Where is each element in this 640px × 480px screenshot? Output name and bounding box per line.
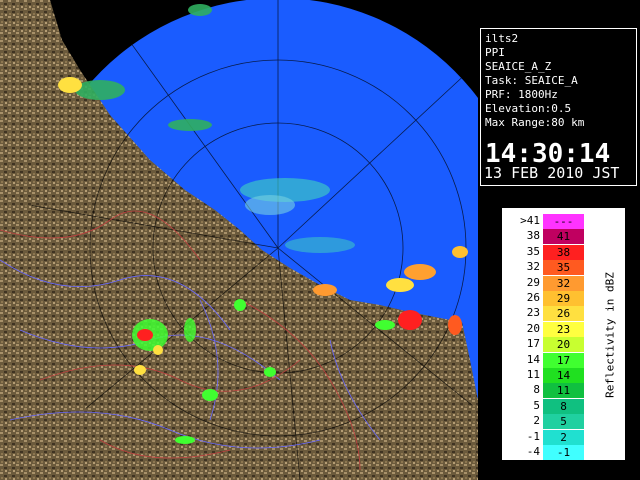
legend-row: 58 bbox=[506, 398, 594, 414]
legend-color-swatch: --- bbox=[543, 214, 584, 229]
legend-upper-bound: 35 bbox=[556, 261, 571, 275]
legend-color-swatch: 14 bbox=[543, 368, 584, 383]
prf-value: PRF: 1800Hz bbox=[485, 88, 558, 101]
legend-lower-bound: 23 bbox=[526, 306, 540, 320]
legend-row: 11 14 bbox=[506, 368, 594, 383]
task-name: Task: SEAICE_A bbox=[485, 74, 578, 87]
legend-upper-bound: -1 bbox=[556, 446, 571, 459]
radar-ppi-map bbox=[0, 0, 478, 480]
legend-row: -4 -1 bbox=[506, 445, 594, 460]
legend-color-swatch: -1 bbox=[543, 445, 584, 460]
legend-lower-bound: >41 bbox=[520, 214, 540, 227]
legend-color-swatch: 17 bbox=[543, 352, 584, 368]
radar-name: ilts2 bbox=[485, 32, 519, 45]
legend-upper-bound: 23 bbox=[556, 322, 571, 336]
legend-row: 26 29 bbox=[506, 291, 594, 306]
legend-upper-bound: 2 bbox=[560, 430, 567, 444]
legend-row: 8 11 bbox=[506, 383, 594, 399]
legend-lower-bound: -4 bbox=[526, 445, 540, 458]
legend-upper-bound: 41 bbox=[556, 230, 571, 244]
legend-lower-bound: 8 bbox=[533, 383, 540, 397]
legend-row: 20 23 bbox=[506, 321, 594, 337]
legend-row: 14 17 bbox=[506, 352, 594, 368]
legend-upper-bound: 20 bbox=[556, 338, 571, 352]
legend-color-swatch: 38 bbox=[543, 244, 584, 260]
product-name: SEAICE_A_Z bbox=[485, 60, 552, 73]
legend-lower-bound: 11 bbox=[526, 368, 540, 381]
legend-lower-bound: 20 bbox=[526, 321, 540, 335]
legend-row: 29 32 bbox=[506, 275, 594, 291]
legend-color-swatch: 20 bbox=[543, 337, 584, 353]
legend-lower-bound: 14 bbox=[526, 352, 540, 366]
legend-color-swatch: 35 bbox=[543, 260, 584, 276]
scan-type: PPI bbox=[485, 46, 505, 59]
legend-row: 17 20 bbox=[506, 337, 594, 353]
legend-upper-bound: 11 bbox=[556, 384, 571, 398]
legend-color-swatch: 5 bbox=[543, 414, 584, 430]
legend-row: 35 38 bbox=[506, 244, 594, 260]
legend-upper-bound: 5 bbox=[560, 415, 567, 429]
legend-color-swatch: 23 bbox=[543, 321, 584, 337]
legend-lower-bound: 38 bbox=[526, 229, 540, 243]
legend-row: 32 35 bbox=[506, 260, 594, 276]
legend-upper-bound: 26 bbox=[556, 307, 571, 321]
legend-upper-bound: 38 bbox=[556, 245, 571, 259]
legend-lower-bound: 5 bbox=[533, 398, 540, 412]
legend-row: >41 --- bbox=[506, 214, 594, 229]
legend-lower-bound: 32 bbox=[526, 260, 540, 274]
legend-color-swatch: 8 bbox=[543, 398, 584, 414]
legend-upper-bound: --- bbox=[553, 215, 574, 228]
legend-row: 25 bbox=[506, 414, 594, 430]
scan-date: 13 FEB 2010 JST bbox=[484, 164, 620, 182]
top-strip bbox=[480, 0, 640, 28]
legend-lower-bound: 26 bbox=[526, 291, 540, 304]
legend-upper-bound: 8 bbox=[560, 399, 567, 413]
reflectivity-legend: >41 --- 38 41 35 38 32 35 29 32 26 29 23 26 20 23 17 20 14… bbox=[501, 207, 626, 461]
legend-lower-bound: 35 bbox=[526, 244, 540, 258]
legend-upper-bound: 17 bbox=[556, 353, 571, 367]
legend-upper-bound: 14 bbox=[556, 369, 571, 382]
elevation-value: Elevation:0.5 bbox=[485, 102, 572, 115]
legend-color-swatch: 41 bbox=[543, 229, 584, 245]
legend-color-swatch: 29 bbox=[543, 291, 584, 306]
legend-row: 38 41 bbox=[506, 229, 594, 245]
legend-lower-bound: 17 bbox=[526, 337, 540, 351]
legend-upper-bound: 29 bbox=[556, 292, 571, 305]
legend-row: -1 2 bbox=[506, 429, 594, 445]
legend-lower-bound: 29 bbox=[526, 275, 540, 289]
legend-title: Reflectivity in dBZ bbox=[603, 272, 617, 398]
legend-color-swatch: 26 bbox=[543, 306, 584, 322]
legend-color-swatch: 32 bbox=[543, 275, 584, 291]
legend-color-swatch: 11 bbox=[543, 383, 584, 399]
legend-lower-bound: 2 bbox=[533, 414, 540, 428]
max-range-value: Max Range:80 km bbox=[485, 116, 585, 129]
legend-lower-bound: -1 bbox=[526, 429, 540, 443]
legend-upper-bound: 32 bbox=[556, 276, 571, 290]
legend-color-swatch: 2 bbox=[543, 429, 584, 445]
info-panel: ilts2 PPI SEAICE_A_Z Task: SEAICE_A PRF:… bbox=[480, 28, 637, 186]
legend-row: 23 26 bbox=[506, 306, 594, 322]
